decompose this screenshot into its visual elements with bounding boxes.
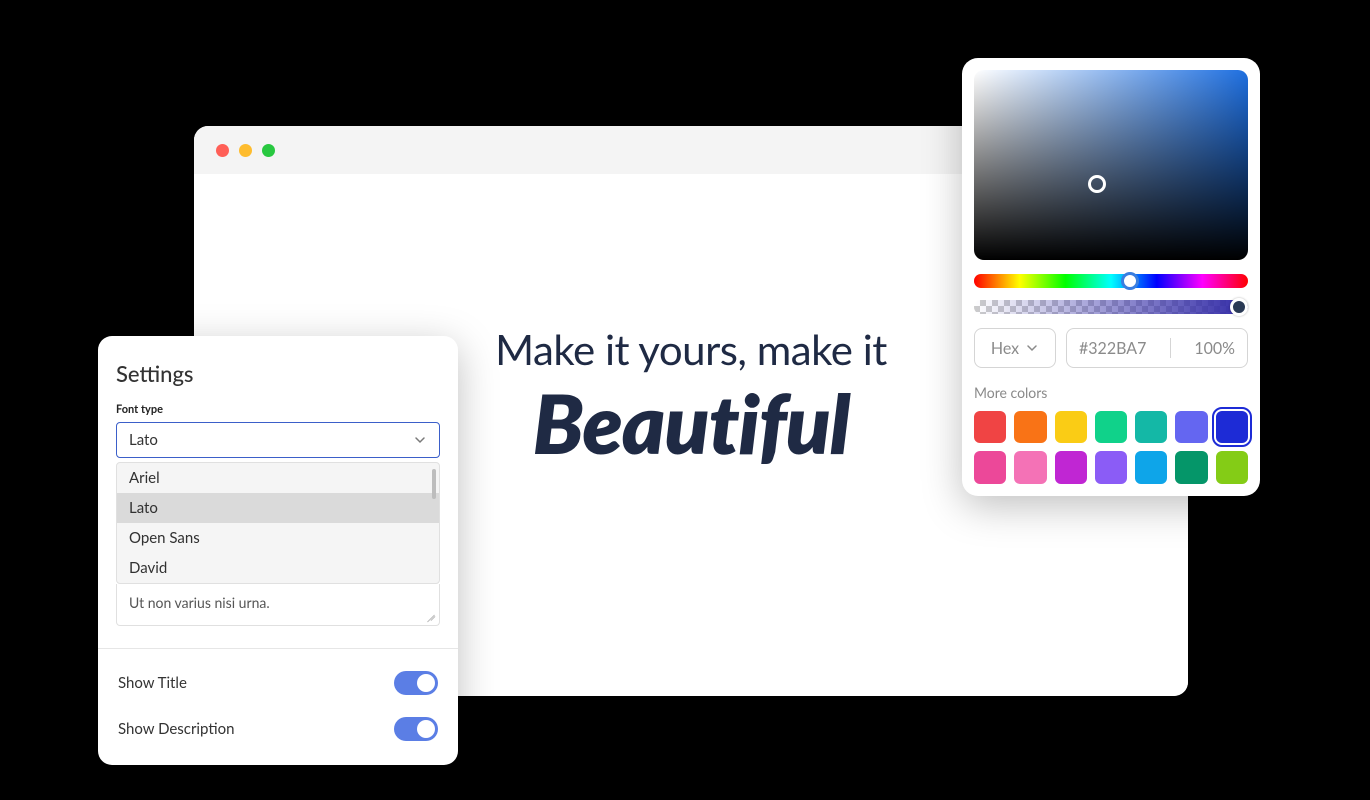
description-value: Ut non varius nisi urna. <box>129 594 270 611</box>
toggle-label: Show Description <box>118 720 234 738</box>
saturation-area[interactable] <box>974 70 1248 260</box>
close-icon[interactable] <box>216 144 229 157</box>
hero-title: Beautiful <box>533 382 850 464</box>
hero-title-text: Beautiful <box>533 374 850 472</box>
font-dropdown-list: Ariel Lato Open Sans David <box>116 462 440 584</box>
settings-title: Settings <box>116 360 440 387</box>
color-swatch[interactable] <box>974 411 1006 443</box>
hero-subtitle: Make it yours, make it <box>495 324 887 374</box>
color-swatch[interactable] <box>1014 451 1046 483</box>
font-option[interactable]: David <box>117 553 439 583</box>
show-description-toggle[interactable] <box>394 717 438 741</box>
settings-panel: Settings Font type Lato Ariel Lato Open … <box>98 336 458 765</box>
font-option[interactable]: Lato <box>117 493 439 523</box>
color-swatch[interactable] <box>1216 411 1248 443</box>
color-swatch[interactable] <box>1095 411 1127 443</box>
description-textarea[interactable]: Ut non varius nisi urna. <box>116 584 440 626</box>
font-option[interactable]: Open Sans <box>117 523 439 553</box>
font-type-label: Font type <box>116 403 440 416</box>
resize-handle-icon[interactable] <box>425 611 435 621</box>
divider <box>1170 338 1171 358</box>
color-swatch[interactable] <box>1095 451 1127 483</box>
color-swatch[interactable] <box>1175 411 1207 443</box>
saturation-cursor-icon[interactable] <box>1088 175 1106 193</box>
toggle-row-description: Show Description <box>116 717 440 741</box>
font-select[interactable]: Lato <box>116 422 440 458</box>
format-value: Hex <box>991 339 1019 358</box>
color-swatch[interactable] <box>1055 451 1087 483</box>
hue-thumb[interactable] <box>1121 272 1139 290</box>
alpha-slider[interactable] <box>974 300 1248 314</box>
toggle-row-title: Show Title <box>116 671 440 695</box>
show-title-toggle[interactable] <box>394 671 438 695</box>
scrollbar[interactable] <box>432 469 436 499</box>
color-swatch[interactable] <box>1135 451 1167 483</box>
toggle-label: Show Title <box>118 674 187 692</box>
hex-input[interactable]: #322BA7 100% <box>1066 328 1248 368</box>
hex-value: #322BA7 <box>1079 339 1146 358</box>
font-select-value: Lato <box>129 431 158 449</box>
minimize-icon[interactable] <box>239 144 252 157</box>
font-option[interactable]: Ariel <box>117 463 439 493</box>
hue-slider[interactable] <box>974 274 1248 288</box>
opacity-value: 100% <box>1194 339 1235 358</box>
divider <box>98 648 458 649</box>
alpha-thumb[interactable] <box>1230 298 1248 316</box>
chevron-down-icon <box>1025 341 1039 355</box>
color-value-row: Hex #322BA7 100% <box>974 328 1248 368</box>
color-swatch[interactable] <box>1175 451 1207 483</box>
color-format-select[interactable]: Hex <box>974 328 1056 368</box>
color-swatch[interactable] <box>974 451 1006 483</box>
color-swatch[interactable] <box>1055 411 1087 443</box>
color-swatch[interactable] <box>1014 411 1046 443</box>
color-swatch[interactable] <box>1135 411 1167 443</box>
chevron-down-icon <box>413 433 427 447</box>
color-swatch[interactable] <box>1216 451 1248 483</box>
color-picker-panel: Hex #322BA7 100% More colors <box>962 58 1260 496</box>
maximize-icon[interactable] <box>262 144 275 157</box>
swatch-grid <box>974 411 1248 484</box>
more-colors-label: More colors <box>974 384 1248 401</box>
